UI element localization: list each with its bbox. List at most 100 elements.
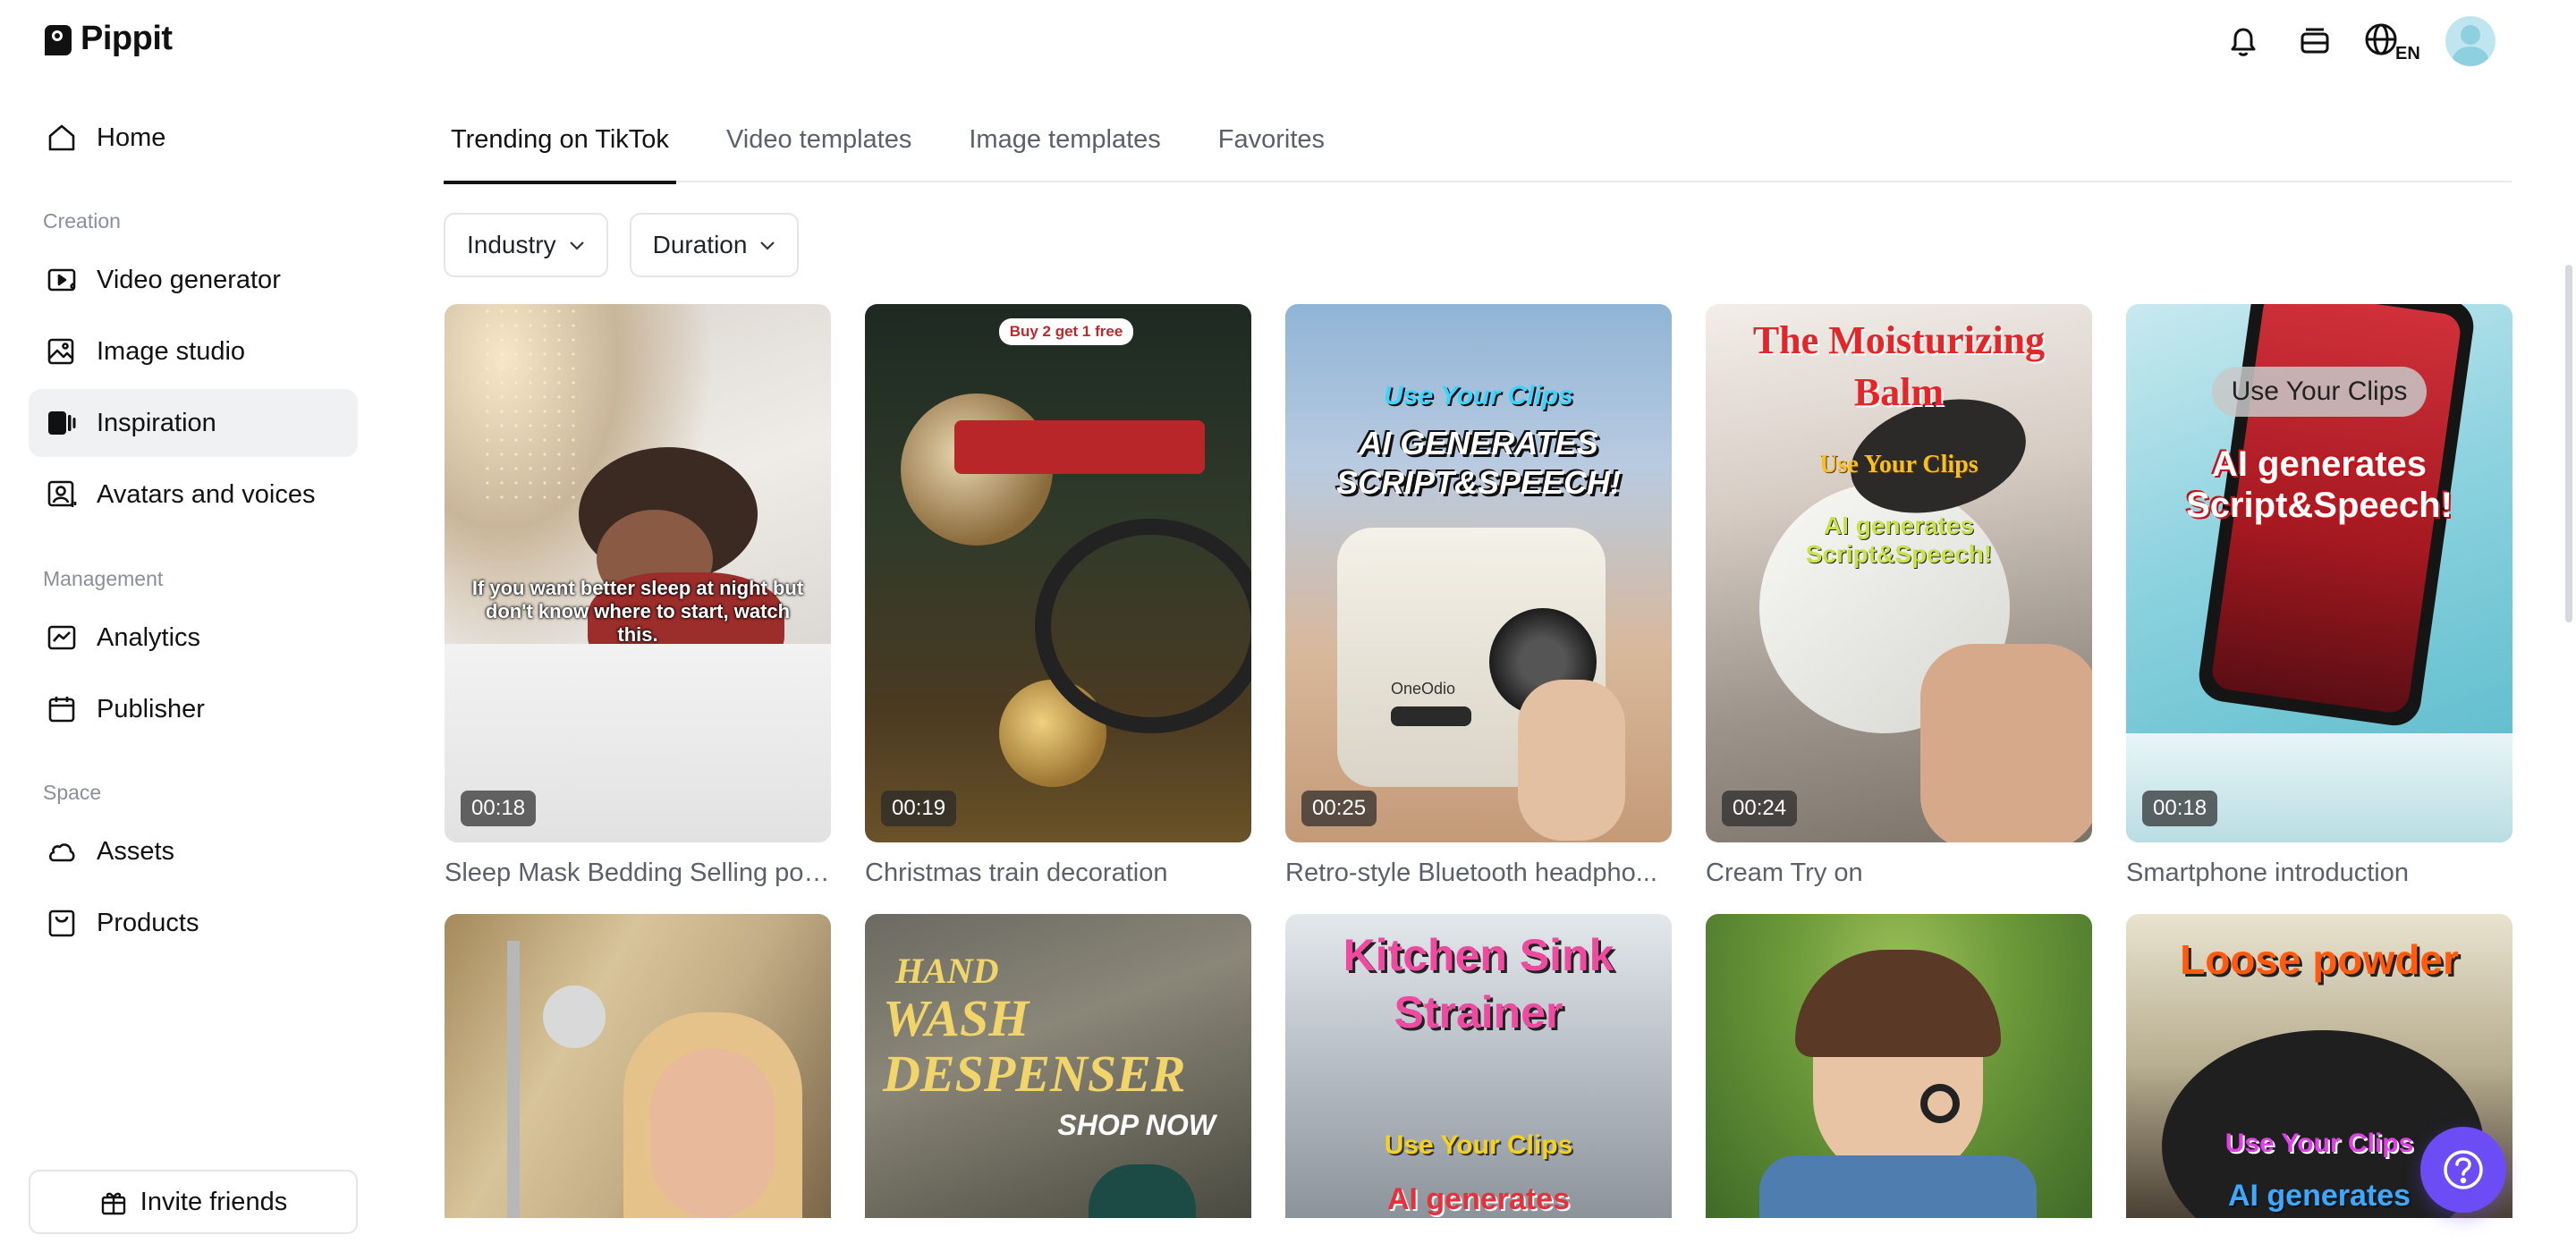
card-thumbnail[interactable]: OneOdio Use Your Clips AI GENERATES SCRI… — [1285, 304, 1672, 842]
sidebar-item-products[interactable]: Products — [29, 889, 358, 957]
bell-icon[interactable] — [2220, 18, 2267, 64]
card-overlay-text: Buy 2 get 1 free — [999, 318, 1133, 345]
inspiration-icon — [45, 406, 79, 440]
sidebar-item-publisher[interactable]: Publisher — [29, 675, 358, 743]
tab-favorites[interactable]: Favorites — [1211, 116, 1332, 182]
sidebar-item-home[interactable]: Home — [29, 104, 358, 172]
sidebar-item-label: Inspiration — [97, 408, 216, 437]
tab-image-templates[interactable]: Image templates — [962, 116, 1167, 182]
tab-trending-on-tiktok[interactable]: Trending on TikTok — [444, 116, 676, 184]
sidebar-item-image-studio[interactable]: Image studio — [29, 317, 358, 385]
card-overlay-text: Use Your Clips — [1384, 381, 1573, 410]
sidebar: Pippit Home Creation Video generator Ima… — [0, 0, 385, 1252]
card-thumbnail[interactable]: Buy 2 get 1 free 00:19 — [865, 304, 1251, 842]
help-button[interactable] — [2420, 1127, 2506, 1213]
card-overlay-text: Use Your Clips — [2212, 367, 2427, 417]
calendar-icon — [45, 692, 79, 726]
card-overlay-text: AI GENERATES SCRIPT&SPEECH! — [1335, 425, 1622, 501]
sidebar-item-assets[interactable]: Assets — [29, 817, 358, 885]
sidebar-item-video-generator[interactable]: Video generator — [29, 246, 358, 314]
template-card[interactable]: OneOdio Use Your Clips AI GENERATES SCRI… — [1285, 304, 1672, 888]
app-logo[interactable]: Pippit — [43, 20, 173, 58]
invite-friends-button[interactable]: Invite friends — [29, 1170, 358, 1234]
card-overlay-text: SHOP NOW — [1057, 1109, 1216, 1141]
tab-video-templates[interactable]: Video templates — [719, 116, 919, 182]
analytics-icon — [45, 621, 79, 655]
section-label-space: Space — [43, 781, 102, 804]
filters: Industry Duration — [444, 213, 800, 277]
card-title: Sleep Mask Bedding Selling poi... — [445, 859, 831, 887]
pippit-logo-icon — [45, 24, 72, 55]
card-overlay-text: HAND — [895, 951, 999, 991]
card-overlay-text: The Moisturizing Balm — [1752, 318, 2046, 414]
sidebar-item-label: Publisher — [97, 694, 205, 723]
sidebar-item-label: Video generator — [97, 265, 281, 294]
card-thumbnail[interactable]: Use Your Clips AI generates Script&Speec… — [2126, 304, 2512, 842]
duration-badge: 00:18 — [2142, 791, 2218, 826]
section-label-management: Management — [43, 567, 164, 590]
card-overlay-text: Loose powder — [2180, 936, 2459, 983]
sidebar-item-label: Home — [97, 123, 166, 152]
inbox-icon[interactable] — [2292, 18, 2338, 64]
card-overlay-text: Use Your Clips — [1384, 1130, 1573, 1160]
cloud-icon — [45, 834, 79, 868]
content-tabs: Trending on TikTok Video templates Image… — [444, 116, 2512, 184]
card-overlay-text: WASH DESPENSER — [883, 989, 1186, 1103]
sidebar-item-inspiration[interactable]: Inspiration — [29, 389, 358, 457]
card-thumbnail[interactable] — [445, 914, 831, 1218]
question-mark-icon — [2444, 1150, 2483, 1189]
scrollbar-thumb[interactable] — [2565, 265, 2572, 622]
sidebar-item-analytics[interactable]: Analytics — [29, 604, 358, 672]
card-title: Christmas train decoration — [865, 859, 1168, 887]
card-thumbnail[interactable]: HAND WASH DESPENSER SHOP NOW — [865, 914, 1251, 1218]
card-overlay-text: AI generates Script&Speech! — [2186, 444, 2453, 525]
duration-badge: 00:25 — [1301, 791, 1377, 826]
card-overlay-text: Use Your Clips — [1819, 451, 1979, 478]
card-overlay-text: Kitchen Sink Strainer — [1343, 930, 1614, 1037]
sidebar-item-label: Analytics — [97, 622, 201, 652]
section-label-creation: Creation — [43, 209, 121, 233]
template-card[interactable] — [445, 914, 831, 1218]
card-thumbnail[interactable] — [1706, 914, 2092, 1218]
user-avatar[interactable] — [2445, 16, 2496, 66]
sidebar-item-avatars-and-voices[interactable]: Avatars and voices — [29, 461, 358, 529]
gift-icon — [101, 1192, 125, 1215]
header-actions: EN — [2220, 16, 2496, 66]
duration-filter-label: Duration — [652, 231, 748, 258]
template-card[interactable] — [1706, 914, 2092, 1218]
video-generator-icon — [45, 263, 79, 297]
invite-friends-label: Invite friends — [140, 1187, 288, 1216]
duration-badge: 00:19 — [881, 791, 957, 826]
card-overlay-text: If you want better sleep at night but do… — [471, 577, 804, 646]
industry-filter[interactable]: Industry — [444, 213, 608, 277]
sidebar-item-label: Avatars and voices — [97, 479, 316, 509]
template-card[interactable]: Buy 2 get 1 free 00:19 Christmas train d… — [865, 304, 1251, 888]
avatar-voice-icon — [45, 478, 79, 512]
card-thumbnail[interactable]: Kitchen Sink Strainer Use Your Clips AI … — [1285, 914, 1672, 1218]
template-card[interactable]: HAND WASH DESPENSER SHOP NOW — [865, 914, 1251, 1218]
card-thumbnail[interactable]: If you want better sleep at night but do… — [445, 304, 831, 842]
template-card[interactable]: If you want better sleep at night but do… — [445, 304, 831, 888]
card-title: Cream Try on — [1706, 859, 1863, 887]
template-card[interactable]: Kitchen Sink Strainer Use Your Clips AI … — [1285, 914, 1672, 1218]
home-icon — [45, 121, 79, 155]
template-card[interactable]: The Moisturizing Balm Use Your Clips AI … — [1706, 304, 2092, 888]
card-thumbnail[interactable]: The Moisturizing Balm Use Your Clips AI … — [1706, 304, 2092, 842]
industry-filter-label: Industry — [467, 231, 556, 258]
card-overlay-text: AI generates Script&Speech! — [1805, 512, 1993, 568]
chevron-down-icon — [569, 241, 584, 250]
duration-filter[interactable]: Duration — [629, 213, 800, 277]
language-globe-icon[interactable]: EN — [2363, 18, 2420, 64]
sidebar-item-label: Products — [97, 908, 199, 937]
sidebar-item-label: Assets — [97, 836, 175, 866]
app-name: Pippit — [80, 20, 173, 57]
svg-text:EN: EN — [2395, 44, 2420, 61]
card-title: Smartphone introduction — [2126, 859, 2409, 887]
image-studio-icon — [45, 334, 79, 368]
chevron-down-icon — [760, 241, 775, 250]
template-card[interactable]: Use Your Clips AI generates Script&Speec… — [2126, 304, 2512, 888]
card-title: Retro-style Bluetooth headpho... — [1285, 859, 1657, 887]
card-brand-text: OneOdio — [1391, 680, 1456, 698]
duration-badge: 00:18 — [461, 791, 537, 826]
duration-badge: 00:24 — [1722, 791, 1798, 826]
